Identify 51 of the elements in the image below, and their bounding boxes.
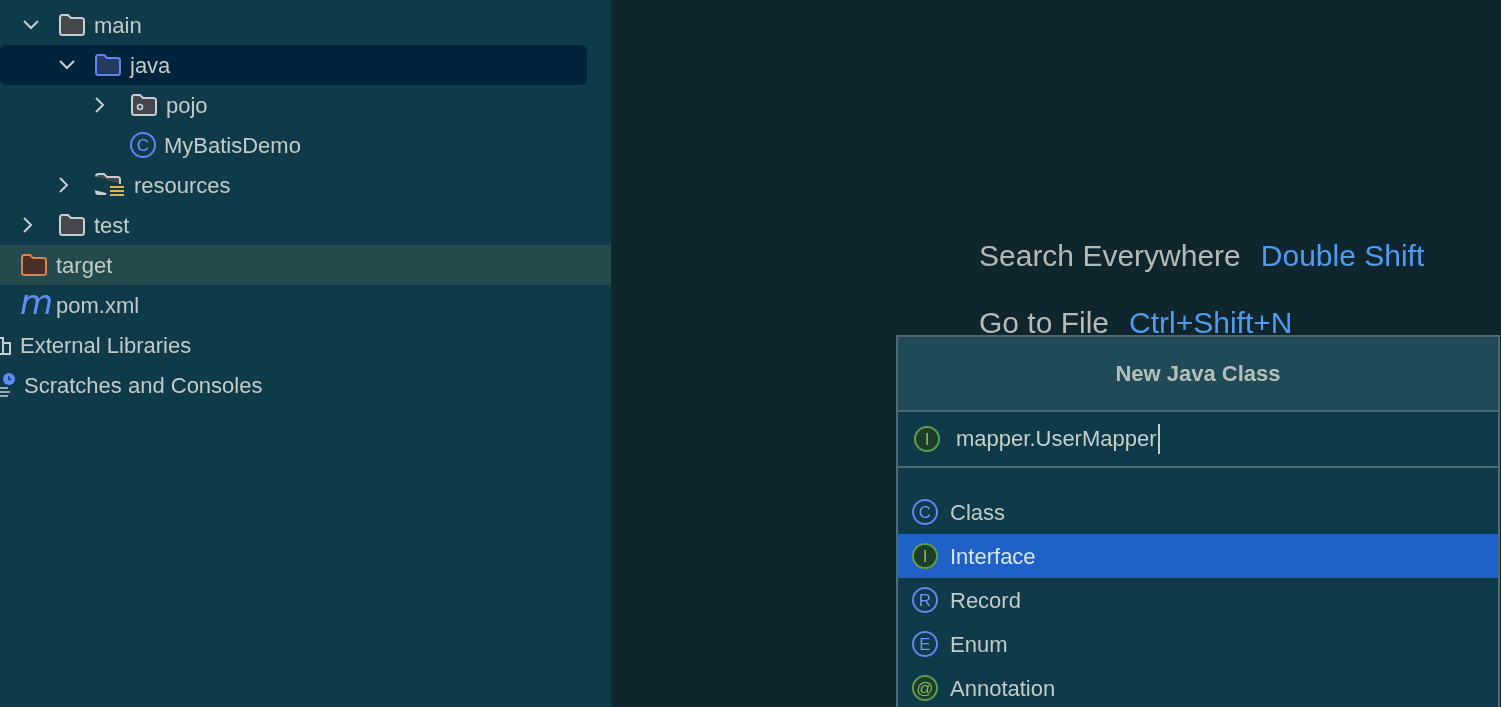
tree-item[interactable]: resources — [0, 165, 611, 205]
class-badge-icon: C — [130, 132, 156, 158]
package-folder-icon — [130, 93, 158, 117]
class-badge-icon: E — [912, 631, 938, 657]
kind-option[interactable]: C Class — [898, 490, 1498, 534]
tree-item[interactable]: java — [0, 45, 587, 85]
tree-item-label: target — [56, 251, 113, 280]
tree-item[interactable]: main — [0, 5, 611, 45]
folder-icon — [94, 53, 122, 77]
folder-icon — [58, 213, 86, 237]
tree-item[interactable]: test — [0, 205, 611, 245]
tree-item[interactable]: target — [0, 245, 611, 285]
tree-item[interactable]: External Libraries — [0, 325, 611, 365]
tree-item-label: Scratches and Consoles — [24, 371, 263, 400]
chevron-down-icon[interactable] — [58, 59, 76, 71]
resource-folder-icon — [94, 172, 126, 198]
tree-item-label: pom.xml — [56, 291, 140, 320]
dialog-title: New Java Class — [898, 337, 1498, 412]
kind-option[interactable]: E Enum — [898, 622, 1498, 666]
tree-item[interactable]: m pom.xml — [0, 285, 611, 325]
tree-item-label: resources — [134, 171, 231, 200]
hint-action: Go to File — [979, 307, 1110, 339]
chevron-down-icon[interactable] — [22, 19, 40, 31]
tree-item[interactable]: pojo — [0, 85, 611, 125]
hint-shortcut: Ctrl+Shift+N — [1129, 307, 1293, 339]
class-badge-icon: C — [912, 499, 938, 525]
hint-shortcut: Double Shift — [1260, 240, 1425, 272]
class-name-field[interactable]: I mapper.UserMapper — [898, 412, 1498, 468]
tree-item[interactable]: Scratches and Consoles — [0, 365, 611, 405]
tree-item[interactable]: C MyBatisDemo — [0, 125, 611, 165]
field-value: mapper.UserMapper — [956, 424, 1160, 454]
class-badge-icon: R — [912, 587, 938, 613]
interface-badge-icon: I — [912, 543, 938, 569]
interface-badge-icon: I — [914, 426, 940, 452]
chevron-right-icon[interactable] — [94, 96, 106, 114]
tree-item-label: External Libraries — [20, 331, 192, 360]
kind-option[interactable]: I Interface — [898, 534, 1498, 578]
tree-item-label: main — [94, 11, 142, 40]
tree-item-label: test — [94, 211, 130, 240]
hint-action: Search Everywhere — [979, 240, 1241, 272]
kind-option[interactable]: R Record — [898, 578, 1498, 622]
interface-badge-icon: @ — [912, 675, 938, 701]
libraries-icon — [0, 334, 12, 356]
kind-option[interactable]: @ Annotation — [898, 666, 1498, 707]
chevron-right-icon[interactable] — [22, 216, 34, 234]
tree-item-label: MyBatisDemo — [164, 131, 301, 160]
chevron-right-icon[interactable] — [58, 176, 70, 194]
folder-icon — [58, 13, 86, 37]
folder-icon — [20, 253, 48, 277]
tree-item-label: java — [130, 51, 171, 80]
tree-item-label: pojo — [166, 91, 208, 120]
